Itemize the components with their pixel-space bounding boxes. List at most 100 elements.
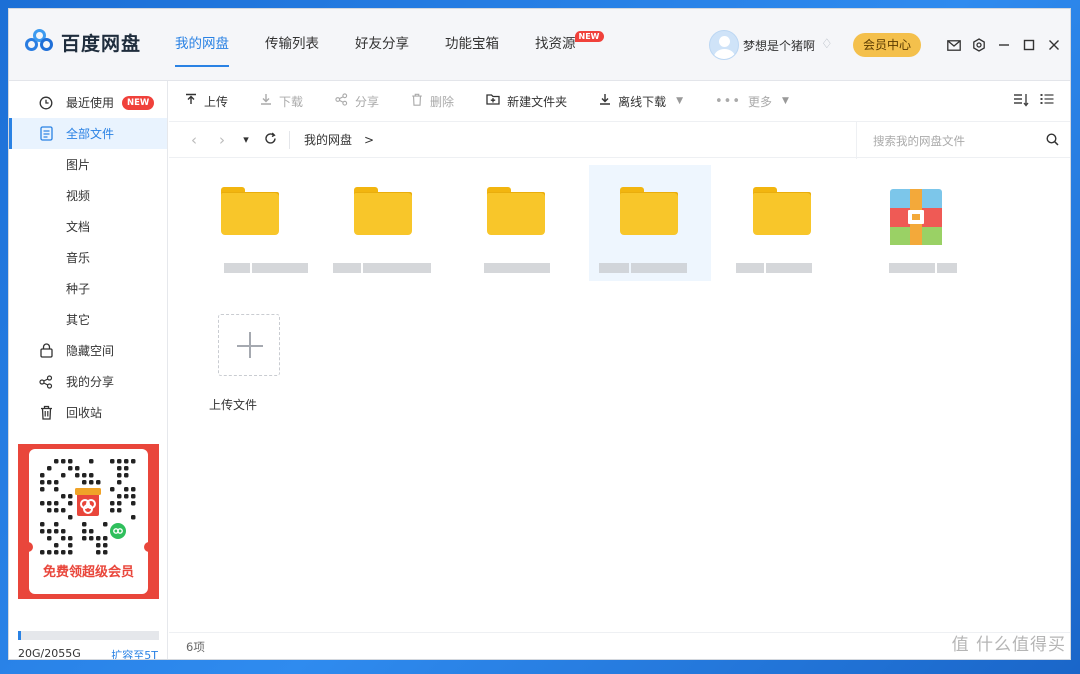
search-input[interactable]: 搜索我的网盘文件 [873, 133, 1034, 149]
delete-label: 删除 [430, 94, 455, 109]
promo-notch [144, 542, 154, 552]
sidebar-item-music[interactable]: 音乐 [9, 242, 167, 273]
folder-icon [620, 187, 678, 235]
app-name: 百度网盘 [61, 32, 142, 55]
folder-icon [487, 187, 545, 235]
top-nav: 我的网盘 传输列表 好友分享 功能宝箱 找资源 NEW [175, 9, 612, 81]
window-controls [941, 35, 1066, 55]
sidebar-item-videos[interactable]: 视频 [9, 180, 167, 211]
download-label: 下载 [279, 94, 304, 109]
nav-tab-my-disk[interactable]: 我的网盘 [175, 9, 229, 81]
sidebar-item-hidden-space[interactable]: 隐藏空间 [9, 335, 167, 366]
sidebar-item-torrents[interactable]: 种子 [9, 273, 167, 304]
chevron-down-icon: ▼ [676, 96, 684, 106]
folder-item[interactable] [190, 165, 312, 281]
toolbar: 上传 下载 分享 删除 新建文件夹 离线下载 ▼ ••• 更多 ▼ [169, 81, 1070, 121]
file-name-blurred [333, 262, 433, 273]
nav-tab-find-resources-label: 找资源 [535, 36, 576, 52]
refresh-icon[interactable] [259, 131, 281, 149]
storage-quota-bar [18, 631, 159, 640]
file-grid: 上传文件 [169, 159, 1070, 632]
nav-tab-toolbox[interactable]: 功能宝箱 [445, 9, 499, 81]
sidebar: 最近使用 NEW 全部文件 图片 视频 文档 音乐 种子 其它 隐藏空间 我的分… [9, 81, 168, 660]
list-view-icon[interactable] [1034, 93, 1060, 111]
more-dots-icon: ••• [715, 93, 742, 109]
upload-button[interactable]: 上传 [185, 93, 228, 110]
close-icon[interactable] [1041, 35, 1066, 55]
archive-file-item[interactable] [855, 165, 977, 281]
delete-button[interactable]: 删除 [411, 93, 454, 110]
new-folder-button[interactable]: 新建文件夹 [486, 93, 567, 110]
trash-icon [38, 405, 54, 421]
app-window: 百度网盘 我的网盘 传输列表 好友分享 功能宝箱 找资源 NEW 梦想是个猪啊 … [8, 8, 1071, 660]
settings-gear-icon[interactable] [966, 35, 991, 55]
upload-file-tile[interactable] [218, 314, 280, 376]
folder-item-selected[interactable] [589, 165, 711, 281]
lock-icon [38, 343, 54, 359]
qr-code-icon [40, 459, 136, 555]
file-name-blurred [224, 262, 310, 273]
watermark: 值 什么值得买 [951, 635, 1066, 655]
download-icon [599, 93, 611, 109]
share-icon [38, 374, 54, 390]
status-bar: 6项 [169, 632, 1070, 659]
offline-download-label: 离线下载 [618, 94, 667, 109]
sort-icon[interactable] [1008, 93, 1034, 111]
promo-banner[interactable]: 免费领超级会员 [18, 444, 159, 599]
folder-icon [753, 187, 811, 235]
promo-text: 免费领超级会员 [42, 565, 134, 580]
vip-diamond-icon: ♢ [821, 37, 833, 52]
sidebar-item-label: 回收站 [66, 406, 103, 420]
new-badge: NEW [574, 31, 604, 42]
maximize-icon[interactable] [1016, 35, 1041, 55]
share-label: 分享 [355, 94, 380, 109]
nav-tab-friend-share[interactable]: 好友分享 [355, 9, 409, 81]
breadcrumb-separator[interactable]: > [364, 133, 374, 147]
folder-item[interactable] [722, 165, 844, 281]
more-button[interactable]: ••• 更多 ▼ [715, 93, 789, 110]
nav-tab-transfers[interactable]: 传输列表 [265, 9, 319, 81]
upload-file-label: 上传文件 [209, 398, 258, 412]
new-folder-label: 新建文件夹 [507, 94, 568, 109]
search-icon[interactable] [1034, 132, 1070, 149]
share-button[interactable]: 分享 [335, 92, 380, 110]
download-button[interactable]: 下载 [260, 93, 303, 110]
more-label: 更多 [748, 94, 773, 109]
forward-arrow-icon[interactable]: › [211, 131, 233, 149]
chevron-down-icon: ▼ [782, 96, 789, 106]
app-logo[interactable]: 百度网盘 [25, 27, 141, 57]
expand-storage-link[interactable]: 扩容至5T [111, 647, 158, 659]
file-name-blurred [599, 262, 689, 273]
breadcrumb[interactable]: 我的网盘 [289, 130, 352, 149]
storage-quota-fill [18, 631, 21, 640]
back-arrow-icon[interactable]: ‹ [183, 131, 205, 149]
vip-center-button[interactable]: 会员中心 [853, 33, 921, 57]
item-count: 6项 [186, 640, 205, 654]
storage-quota-text: 20G/2055G [18, 647, 81, 660]
search-box[interactable]: 搜索我的网盘文件 [856, 122, 1070, 159]
sidebar-item-documents[interactable]: 文档 [9, 211, 167, 242]
sidebar-item-images[interactable]: 图片 [9, 149, 167, 180]
sidebar-item-all-files[interactable]: 全部文件 [9, 118, 167, 149]
user-profile[interactable]: 梦想是个猪啊 ♢ [709, 30, 835, 60]
download-icon [260, 93, 272, 109]
clock-icon [38, 95, 54, 111]
archive-icon [890, 189, 942, 245]
nav-tab-find-resources[interactable]: 找资源 NEW [535, 9, 604, 81]
sidebar-item-other[interactable]: 其它 [9, 304, 167, 335]
folder-item[interactable] [323, 165, 445, 281]
history-dropdown-icon[interactable]: ▾ [239, 133, 253, 146]
minimize-icon[interactable] [991, 35, 1016, 55]
title-bar: 百度网盘 我的网盘 传输列表 好友分享 功能宝箱 找资源 NEW 梦想是个猪啊 … [9, 9, 1070, 81]
sidebar-item-recent[interactable]: 最近使用 NEW [9, 87, 167, 118]
folder-item[interactable] [456, 165, 578, 281]
new-badge: NEW [122, 95, 155, 110]
sidebar-item-recycle-bin[interactable]: 回收站 [9, 397, 167, 428]
mail-icon[interactable] [941, 35, 966, 55]
sidebar-item-label: 隐藏空间 [66, 344, 115, 358]
file-name-blurred [736, 262, 814, 273]
offline-download-button[interactable]: 离线下载 ▼ [599, 93, 683, 110]
share-icon [335, 92, 348, 110]
new-folder-icon [486, 93, 500, 109]
sidebar-item-my-shares[interactable]: 我的分享 [9, 366, 167, 397]
